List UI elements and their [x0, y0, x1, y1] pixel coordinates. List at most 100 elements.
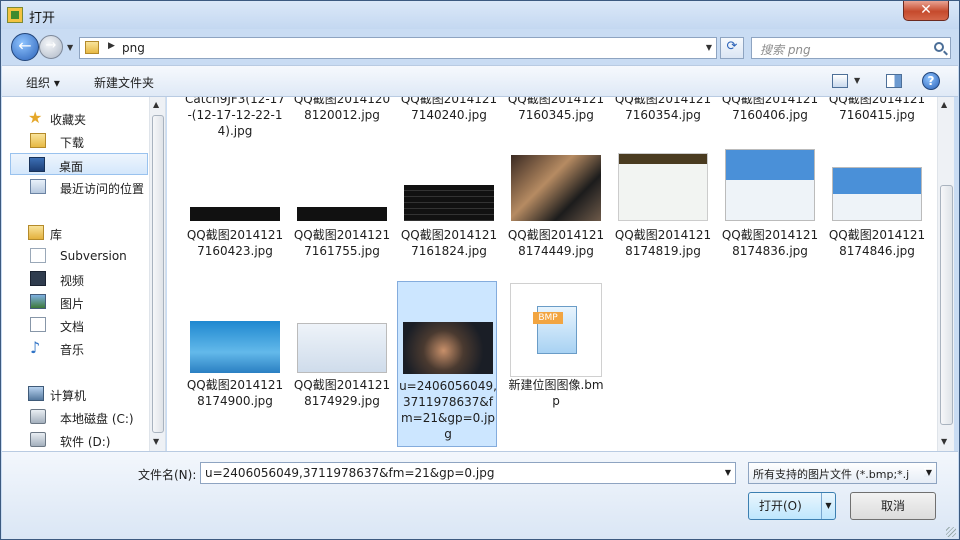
help-icon[interactable]: ?	[922, 72, 940, 90]
computer-icon	[28, 386, 44, 401]
bottom-panel: 文件名(N): u=2406056049,3711978637&fm=21&gp…	[2, 451, 958, 539]
content-scrollbar[interactable]: ▲ ▼	[937, 97, 954, 451]
file-item[interactable]: QQ截图20141217160415.jpg	[827, 97, 927, 141]
chevron-down-icon[interactable]: ▼	[923, 468, 932, 477]
file-item[interactable]: QQ截图20141217140240.jpg	[399, 97, 499, 141]
file-name: QQ截图20141208120012.jpg	[293, 97, 391, 122]
image-thumbnail	[725, 149, 815, 221]
file-list: Catch9JF3(12-17-(12-17-12-22-14).jpg QQ截…	[167, 97, 937, 451]
file-item[interactable]: QQ截图20141218174900.jpg	[185, 281, 285, 445]
scroll-up-icon[interactable]: ▲	[941, 100, 947, 109]
library-icon	[28, 225, 44, 240]
file-item[interactable]: QQ截图20141208120012.jpg	[292, 97, 392, 141]
filename-input[interactable]: u=2406056049,3711978637&fm=21&gp=0.jpg ▼	[200, 462, 736, 484]
nav-label: 收藏夹	[50, 113, 87, 127]
nav-label: 下载	[60, 136, 85, 150]
file-type-select[interactable]: 所有支持的图片文件 (*.bmp;*.j ▼	[748, 462, 937, 484]
nav-desktop[interactable]: 桌面	[10, 153, 148, 175]
nav-documents[interactable]: 文档	[12, 314, 150, 336]
file-name: QQ截图20141217161755.jpg	[293, 228, 391, 258]
file-name: QQ截图20141217160423.jpg	[186, 228, 284, 258]
image-thumbnail	[403, 322, 493, 374]
close-button[interactable]: ✕	[903, 1, 949, 21]
open-button[interactable]: 打开(O) ▼	[748, 492, 836, 520]
search-icon[interactable]	[934, 42, 944, 52]
nav-videos[interactable]: 视频	[12, 268, 150, 290]
file-item[interactable]: QQ截图20141218174836.jpg	[720, 147, 820, 277]
organize-button[interactable]: 组织 ▾	[26, 74, 60, 91]
file-name: QQ截图20141218174449.jpg	[507, 228, 605, 258]
nav-pictures[interactable]: 图片	[12, 291, 150, 313]
recent-places-icon	[30, 179, 46, 194]
file-name: QQ截图20141218174846.jpg	[828, 228, 926, 258]
forward-button[interactable]: →	[39, 35, 63, 59]
file-item[interactable]: QQ截图20141218174449.jpg	[506, 147, 606, 277]
image-thumbnail	[190, 207, 280, 221]
file-item[interactable]: Catch9JF3(12-17-(12-17-12-22-14).jpg	[185, 97, 285, 141]
nav-favorites[interactable]: ★ 收藏夹	[12, 107, 150, 129]
nav-scrollbar[interactable]: ▲ ▼	[149, 97, 165, 451]
bmp-badge: BMP	[533, 312, 563, 324]
download-folder-icon	[30, 133, 46, 148]
nav-libraries[interactable]: 库	[12, 222, 150, 244]
folder-icon	[85, 41, 99, 54]
nav-computer[interactable]: 计算机	[12, 383, 150, 405]
chevron-right-icon[interactable]: ▶	[108, 41, 115, 51]
scroll-down-icon[interactable]: ▼	[153, 437, 159, 446]
file-item[interactable]: QQ截图20141217160406.jpg	[720, 97, 820, 141]
file-item[interactable]: QQ截图20141218174929.jpg	[292, 281, 392, 445]
scroll-down-icon[interactable]: ▼	[941, 437, 947, 446]
file-item[interactable]: QQ截图20141217161824.jpg	[399, 147, 499, 277]
file-name: QQ截图20141218174836.jpg	[721, 228, 819, 258]
desktop-icon	[29, 157, 45, 172]
chevron-down-icon[interactable]: ▼	[854, 76, 860, 85]
drive-icon	[30, 432, 46, 447]
new-folder-button[interactable]: 新建文件夹	[94, 74, 154, 91]
command-toolbar: 组织 ▾ 新建文件夹 ▼ ?	[2, 65, 958, 97]
file-item[interactable]: QQ截图20141217161755.jpg	[292, 147, 392, 277]
refresh-button[interactable]: ⟳	[720, 37, 744, 59]
chevron-down-icon[interactable]: ▼	[821, 493, 835, 519]
file-item[interactable]: QQ截图20141218174819.jpg	[613, 147, 713, 277]
nav-music[interactable]: ♪ 音乐	[12, 337, 150, 359]
nav-software-drive[interactable]: 软件 (D:)	[12, 429, 150, 451]
file-item[interactable]: BMP 新建位图图像.bmp	[506, 281, 606, 445]
address-bar: ← → ▼ ▶ png ▼ ⟳ 搜索 png	[1, 29, 959, 65]
nav-subversion[interactable]: Subversion	[12, 245, 150, 267]
breadcrumb[interactable]: png	[122, 41, 145, 55]
file-name: QQ截图20141217160406.jpg	[721, 97, 819, 122]
search-input[interactable]: 搜索 png	[751, 37, 951, 59]
search-placeholder: 搜索 png	[760, 43, 811, 57]
chevron-down-icon[interactable]: ▼	[725, 468, 731, 477]
scroll-thumb[interactable]	[152, 115, 164, 433]
nav-downloads[interactable]: 下载	[12, 130, 150, 152]
image-thumbnail	[511, 155, 601, 221]
drive-icon	[30, 409, 46, 424]
file-name: QQ截图20141217161824.jpg	[400, 228, 498, 258]
back-button[interactable]: ←	[11, 33, 39, 61]
view-options-icon[interactable]	[832, 74, 848, 88]
nav-label: 库	[50, 228, 63, 242]
nav-label: 本地磁盘 (C:)	[60, 412, 134, 426]
document-icon	[30, 317, 46, 332]
file-item[interactable]: QQ截图20141217160345.jpg	[506, 97, 606, 141]
file-item-selected[interactable]: u=2406056049,3711978637&fm=21&gp=0.jpg	[397, 281, 497, 447]
file-item[interactable]: QQ截图20141217160354.jpg	[613, 97, 713, 141]
scroll-thumb[interactable]	[940, 185, 953, 425]
nav-local-disk[interactable]: 本地磁盘 (C:)	[12, 406, 150, 428]
file-name: Catch9JF3(12-17-(12-17-12-22-14).jpg	[185, 97, 285, 138]
resize-grip[interactable]	[946, 527, 956, 537]
file-item[interactable]: QQ截图20141218174846.jpg	[827, 147, 927, 277]
cancel-button[interactable]: 取消	[850, 492, 936, 520]
preview-pane-icon[interactable]	[886, 74, 902, 88]
scroll-up-icon[interactable]: ▲	[153, 100, 159, 109]
nav-recent[interactable]: 最近访问的位置	[12, 176, 150, 198]
history-dropdown-icon[interactable]: ▼	[67, 43, 73, 52]
bmp-file-icon: BMP	[510, 283, 602, 377]
file-name: QQ截图20141218174900.jpg	[186, 378, 284, 408]
chevron-down-icon[interactable]: ▼	[706, 43, 712, 52]
file-name: QQ截图20141218174929.jpg	[293, 378, 391, 408]
path-box[interactable]: ▶ png ▼	[79, 37, 717, 59]
file-item[interactable]: QQ截图20141217160423.jpg	[185, 147, 285, 277]
nav-label: 桌面	[59, 160, 84, 174]
